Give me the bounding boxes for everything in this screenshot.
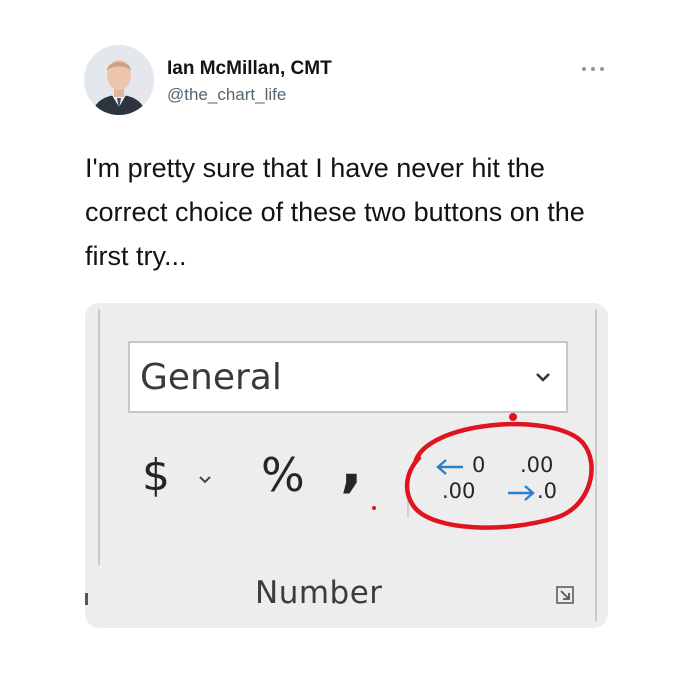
author-handle[interactable]: @the_chart_life xyxy=(167,85,286,105)
comma-style-label: , xyxy=(340,430,363,500)
comma-style-dot xyxy=(372,506,376,510)
accounting-format-button[interactable]: $ xyxy=(142,454,170,498)
avatar[interactable] xyxy=(84,45,154,115)
accounting-format-label: $ xyxy=(142,450,170,501)
excel-ribbon-screenshot: General $ % , 0 .00 .00 .0 Number xyxy=(85,303,608,628)
more-icon[interactable] xyxy=(580,62,606,74)
increase-decimal-top: 0 xyxy=(472,453,486,477)
decrease-decimal-bottom: .0 xyxy=(537,479,558,503)
tweet-text: I'm pretty sure that I have never hit th… xyxy=(85,153,585,271)
number-format-select[interactable]: General xyxy=(128,341,568,413)
author-name[interactable]: Ian McMillan, CMT xyxy=(167,58,332,80)
percent-style-button[interactable]: % xyxy=(261,452,305,498)
decrease-decimal-top: .00 xyxy=(520,453,554,477)
avatar-photo xyxy=(84,45,154,115)
number-format-value: General xyxy=(140,357,282,398)
comma-style-button[interactable]: , xyxy=(340,435,363,495)
increase-decimal-button[interactable]: 0 .00 xyxy=(435,453,493,508)
increase-decimal-bottom: .00 xyxy=(442,479,476,503)
number-group-label: Number xyxy=(255,575,383,611)
percent-style-label: % xyxy=(261,448,305,502)
decrease-decimal-button[interactable]: .00 .0 xyxy=(505,453,563,508)
